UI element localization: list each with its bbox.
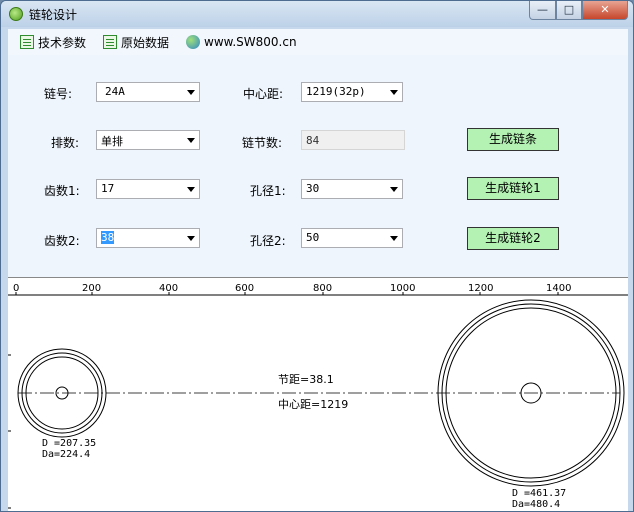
pitch-label: 节距=38.1 (278, 373, 334, 386)
document-icon (20, 35, 34, 49)
bore2-label: 孔径2: (250, 234, 286, 248)
ruler-tick-label: 1000 (390, 283, 415, 294)
generate-chain-button[interactable]: 生成链条 (467, 128, 559, 151)
close-button[interactable]: ✕ (582, 1, 628, 20)
website-link[interactable]: www.SW800.cn (186, 33, 297, 51)
chevron-down-icon (390, 90, 398, 95)
chain-no-select[interactable]: 24A (96, 82, 200, 102)
chevron-down-icon (390, 187, 398, 192)
window-title: 链轮设计 (29, 8, 78, 22)
sprocket1-diameter: D =207.35 (42, 438, 96, 449)
raw-data-menu[interactable]: 原始数据 (103, 33, 169, 51)
chevron-down-icon (187, 90, 195, 95)
globe-icon (186, 35, 200, 49)
chevron-down-icon (187, 187, 195, 192)
tech-params-label: 技术参数 (38, 35, 87, 50)
sprocket1-outer-diameter: Da=224.4 (42, 449, 90, 460)
tech-params-menu[interactable]: 技术参数 (20, 33, 86, 51)
bore1-label: 孔径1: (250, 184, 286, 198)
maximize-button[interactable]: □ (556, 1, 582, 20)
minimize-button[interactable]: — (529, 1, 556, 20)
sprocket2-diameter: D =461.37 (512, 488, 566, 499)
chain-no-label: 链号: (44, 87, 73, 101)
ruler-tick-label: 200 (82, 283, 101, 294)
rows-select[interactable]: 单排 (96, 130, 200, 150)
parameter-panel: 链号: 24A 中心距: 1219(32p) 排数: 单排 链节数: 84 生成… (8, 55, 628, 277)
chevron-down-icon (187, 138, 195, 143)
ruler-tick-label: 1200 (468, 283, 493, 294)
ruler-tick-label: 600 (235, 283, 254, 294)
center-dist-label: 中心距: (243, 87, 284, 101)
generate-sprocket2-button[interactable]: 生成链轮2 (467, 227, 559, 250)
table-icon (103, 35, 117, 49)
website-label: www.SW800.cn (204, 35, 297, 49)
teeth1-label: 齿数1: (44, 184, 80, 198)
chevron-down-icon (390, 236, 398, 241)
drawing-canvas[interactable]: 0 200 400 600 800 1000 1200 1400 D =207.… (8, 277, 628, 511)
rows-label: 排数: (51, 136, 80, 150)
raw-data-label: 原始数据 (121, 35, 170, 50)
chevron-down-icon (187, 236, 195, 241)
title-bar[interactable]: 链轮设计 — □ ✕ (1, 1, 633, 27)
links-label: 链节数: (242, 136, 283, 150)
generate-sprocket1-button[interactable]: 生成链轮1 (467, 177, 559, 200)
sprocket-drawing: 0 200 400 600 800 1000 1200 1400 D =207.… (8, 283, 628, 510)
links-field: 84 (301, 130, 405, 150)
ruler-tick-label: 1400 (546, 283, 571, 294)
app-window: 链轮设计 — □ ✕ 技术参数 原始数据 www.SW800.cn 链号: 24… (0, 0, 634, 512)
center-dist-select[interactable]: 1219(32p) (301, 82, 403, 102)
teeth2-select[interactable]: 38 (96, 228, 200, 248)
teeth2-label: 齿数2: (44, 234, 80, 248)
bore1-select[interactable]: 30 (301, 179, 403, 199)
ruler-tick-label: 800 (313, 283, 332, 294)
teeth1-select[interactable]: 17 (96, 179, 200, 199)
sprocket2-outer-diameter: Da=480.4 (512, 499, 560, 510)
app-icon (9, 7, 23, 21)
ruler-tick-label: 400 (159, 283, 178, 294)
toolbar: 技术参数 原始数据 www.SW800.cn (8, 29, 628, 55)
center-distance-label: 中心距=1219 (278, 398, 348, 411)
ruler-tick-label: 0 (13, 283, 19, 294)
bore2-select[interactable]: 50 (301, 228, 403, 248)
